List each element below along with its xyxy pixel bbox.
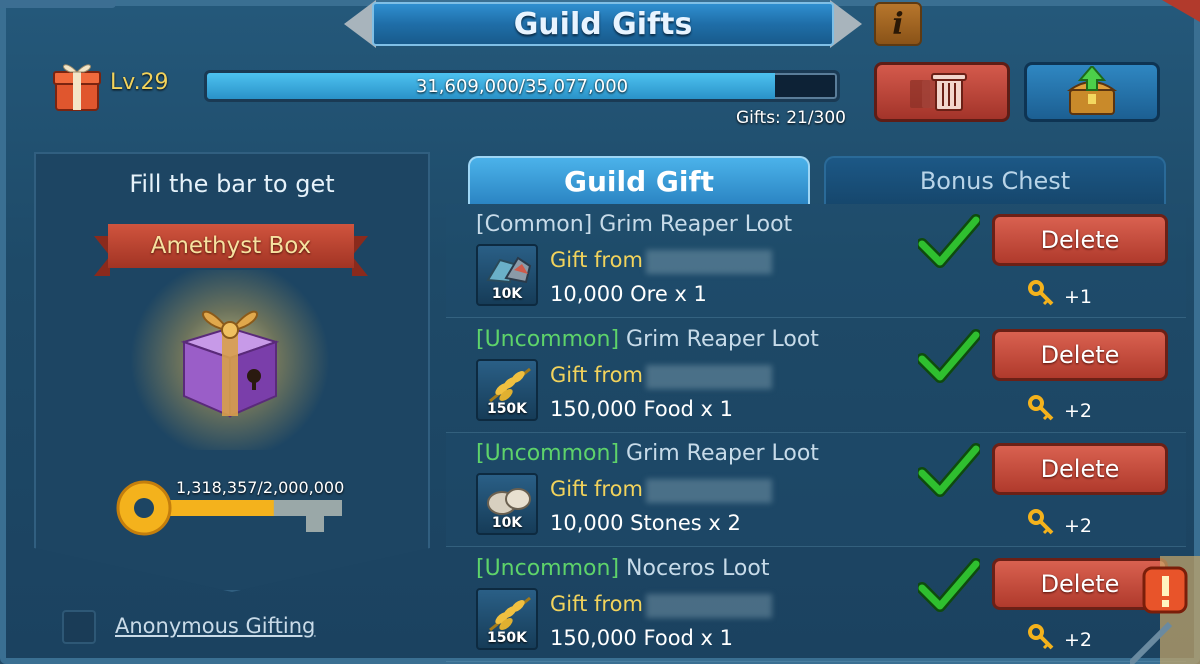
open-all-chest-button[interactable] [1024,62,1160,122]
treasure-chest-icon [1066,66,1118,115]
gift-rarity: [Uncommon] [476,441,620,466]
gift-name: Noceros Loot [619,555,770,581]
gift-from-label: Gift from [550,362,643,387]
ore-icon: 10K [476,244,538,306]
key-bonus-value: +2 [1064,629,1093,651]
sender-name-redacted [646,364,772,389]
gift-list: [Common] Grim Reaper Loot 10K Gift from … [446,204,1200,664]
item-quantity: 150K [486,400,528,417]
key-bonus-value: +2 [1064,400,1093,422]
guild-level: Lv.29 [110,70,169,95]
gift-name: Grim Reaper Loot [619,441,819,466]
gift-rarity: [Uncommon] [476,326,620,352]
gift-from-label: Gift from [550,477,643,501]
delete-button[interactable]: Delete [992,214,1168,266]
gift-rarity: [Uncommon] [476,555,620,581]
sender-name-redacted [646,250,772,274]
page-title: Guild Gifts [372,2,834,46]
key-icon [1028,623,1056,657]
food-icon: 150K [476,358,538,421]
delete-button[interactable]: Delete [992,328,1168,381]
key-icon [1028,509,1056,542]
key-bonus: +2 [1028,509,1092,542]
stone-icon: 10K [476,473,538,535]
fill-bar-caption: Fill the bar to get [129,170,335,198]
gift-reward: 150,000 Food x 1 [550,625,734,650]
guild-gift-progress-bar: 31,609,000/35,077,000 [204,70,840,102]
gift-row: [Common] Grim Reaper Loot 10K Gift from … [446,204,1186,318]
window-edge-tab [0,0,116,8]
food-icon: 150K [476,587,538,650]
key-bonus: +2 [1028,623,1093,657]
sender-name-redacted [646,479,772,503]
checkmark-icon [916,443,982,497]
key-bonus-value: +1 [1064,285,1093,308]
checkmark-icon [916,557,982,612]
gift-reward: 150,000 Food x 1 [550,396,734,421]
delete-button[interactable]: Delete [992,443,1168,495]
anonymous-gifting-label[interactable]: Anonymous Gifting [115,614,315,638]
checkmark-icon [916,328,982,383]
gift-rarity: [Common] [476,212,593,237]
gift-title: [Uncommon] Noceros Loot [476,556,769,581]
gift-from-label: Gift from [550,591,643,616]
gift-row: [Uncommon] Grim Reaper Loot 150K Gift fr… [446,319,1186,433]
gift-title: [Uncommon] Grim Reaper Loot [476,327,819,352]
gift-row: [Uncommon] Noceros Loot 150K Gift from 1… [446,548,1186,662]
key-progress-text: 1,318,357/2,000,000 [176,478,345,497]
alert-corner-icon[interactable] [1130,556,1200,664]
checkmark-icon [916,214,982,268]
item-quantity: 10K [491,515,523,531]
gift-name: Grim Reaper Loot [619,326,819,352]
gift-name: Grim Reaper Loot [592,212,793,237]
amethyst-box-icon[interactable] [170,292,290,420]
key-icon [1028,280,1056,313]
gift-reward: 10,000 Ore x 1 [550,282,707,306]
tab-bonus-chest[interactable]: Bonus Chest [824,156,1166,204]
gift-row: [Uncommon] Grim Reaper Loot 10K Gift fro… [446,433,1186,547]
item-quantity: 10K [491,286,523,302]
tab-guild-gift[interactable]: Guild Gift [468,156,810,204]
anonymous-gifting-checkbox[interactable] [62,610,96,644]
banner-right-arrow-icon [830,0,862,48]
delete-all-button[interactable] [874,62,1010,122]
key-bonus: +2 [1028,394,1093,428]
close-corner-icon[interactable] [1154,0,1200,22]
gift-box-icon [53,64,101,111]
key-bonus: +1 [1028,280,1092,313]
reward-name-ribbon: Amethyst Box [108,224,354,268]
progress-text: 31,609,000/35,077,000 [415,76,629,97]
gift-title: [Uncommon] Grim Reaper Loot [476,441,819,466]
info-button[interactable]: i [874,2,922,46]
gift-from-label: Gift from [550,248,643,272]
sender-name-redacted [646,593,772,618]
key-icon [1028,394,1056,428]
item-quantity: 150K [486,629,528,646]
ribbon-tail-right [352,236,368,276]
trash-icon [910,73,967,111]
gifts-count: Gifts: 21/300 [735,108,846,128]
gift-title: [Common] Grim Reaper Loot [476,212,792,237]
key-bonus-value: +2 [1064,514,1093,537]
gift-reward: 10,000 Stones x 2 [550,511,741,535]
